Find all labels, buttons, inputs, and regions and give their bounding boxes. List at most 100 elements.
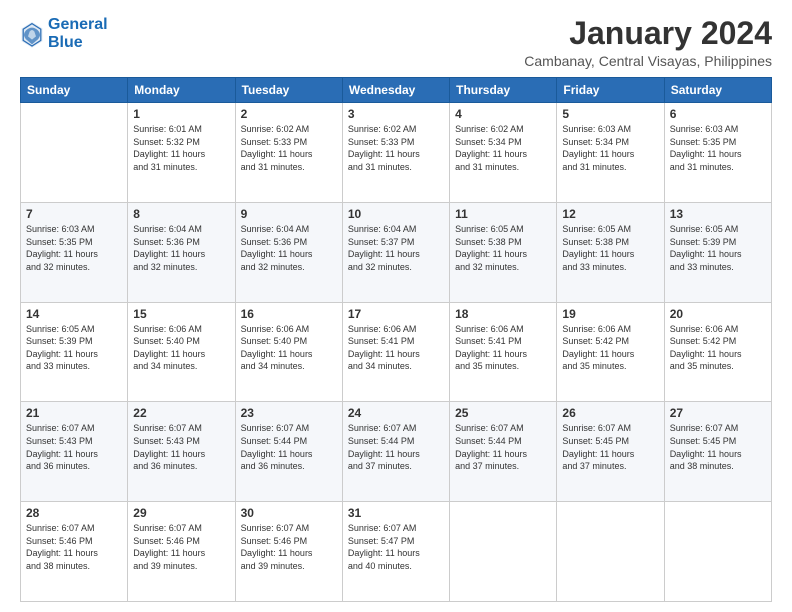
day-number: 22 xyxy=(133,406,229,420)
day-info: Sunrise: 6:05 AM Sunset: 5:39 PM Dayligh… xyxy=(670,223,766,273)
calendar-cell: 14 Sunrise: 6:05 AM Sunset: 5:39 PM Dayli… xyxy=(21,302,128,402)
day-info: Sunrise: 6:07 AM Sunset: 5:43 PM Dayligh… xyxy=(26,422,122,472)
calendar-cell: 5 Sunrise: 6:03 AM Sunset: 5:34 PM Daylig… xyxy=(557,103,664,203)
calendar-cell: 1 Sunrise: 6:01 AM Sunset: 5:32 PM Daylig… xyxy=(128,103,235,203)
day-number: 1 xyxy=(133,107,229,121)
day-number: 16 xyxy=(241,307,337,321)
day-number: 10 xyxy=(348,207,444,221)
calendar-cell: 9 Sunrise: 6:04 AM Sunset: 5:36 PM Daylig… xyxy=(235,202,342,302)
calendar-header-saturday: Saturday xyxy=(664,78,771,103)
day-number: 14 xyxy=(26,307,122,321)
calendar-cell: 31 Sunrise: 6:07 AM Sunset: 5:47 PM Dayli… xyxy=(342,502,449,602)
day-number: 2 xyxy=(241,107,337,121)
day-number: 19 xyxy=(562,307,658,321)
calendar-cell: 6 Sunrise: 6:03 AM Sunset: 5:35 PM Daylig… xyxy=(664,103,771,203)
calendar-cell: 20 Sunrise: 6:06 AM Sunset: 5:42 PM Dayli… xyxy=(664,302,771,402)
day-info: Sunrise: 6:07 AM Sunset: 5:43 PM Dayligh… xyxy=(133,422,229,472)
calendar-cell: 29 Sunrise: 6:07 AM Sunset: 5:46 PM Dayli… xyxy=(128,502,235,602)
calendar-cell: 3 Sunrise: 6:02 AM Sunset: 5:33 PM Daylig… xyxy=(342,103,449,203)
day-number: 30 xyxy=(241,506,337,520)
day-info: Sunrise: 6:02 AM Sunset: 5:33 PM Dayligh… xyxy=(241,123,337,173)
calendar-cell: 12Sunrise: 6:05 AM Sunset: 5:38 PM Dayli… xyxy=(557,202,664,302)
day-number: 15 xyxy=(133,307,229,321)
day-number: 23 xyxy=(241,406,337,420)
day-info: Sunrise: 6:07 AM Sunset: 5:46 PM Dayligh… xyxy=(133,522,229,572)
calendar-cell: 26 Sunrise: 6:07 AM Sunset: 5:45 PM Dayli… xyxy=(557,402,664,502)
calendar-header-row: SundayMondayTuesdayWednesdayThursdayFrid… xyxy=(21,78,772,103)
calendar-cell xyxy=(21,103,128,203)
day-info: Sunrise: 6:07 AM Sunset: 5:46 PM Dayligh… xyxy=(26,522,122,572)
day-number: 25 xyxy=(455,406,551,420)
month-title: January 2024 xyxy=(524,16,772,51)
day-number: 18 xyxy=(455,307,551,321)
calendar-week-3: 14 Sunrise: 6:05 AM Sunset: 5:39 PM Dayli… xyxy=(21,302,772,402)
day-info: Sunrise: 6:02 AM Sunset: 5:33 PM Dayligh… xyxy=(348,123,444,173)
day-number: 31 xyxy=(348,506,444,520)
day-info: Sunrise: 6:07 AM Sunset: 5:45 PM Dayligh… xyxy=(670,422,766,472)
day-number: 6 xyxy=(670,107,766,121)
calendar-week-2: 7 Sunrise: 6:03 AM Sunset: 5:35 PM Daylig… xyxy=(21,202,772,302)
calendar-cell: 21Sunrise: 6:07 AM Sunset: 5:43 PM Dayli… xyxy=(21,402,128,502)
calendar-cell: 18Sunrise: 6:06 AM Sunset: 5:41 PM Dayli… xyxy=(450,302,557,402)
day-info: Sunrise: 6:06 AM Sunset: 5:42 PM Dayligh… xyxy=(670,323,766,373)
logo-icon xyxy=(20,20,44,48)
day-number: 4 xyxy=(455,107,551,121)
calendar-cell: 15 Sunrise: 6:06 AM Sunset: 5:40 PM Dayli… xyxy=(128,302,235,402)
calendar-week-1: 1 Sunrise: 6:01 AM Sunset: 5:32 PM Daylig… xyxy=(21,103,772,203)
logo-text: General Blue xyxy=(48,16,108,51)
day-number: 26 xyxy=(562,406,658,420)
day-number: 5 xyxy=(562,107,658,121)
day-info: Sunrise: 6:01 AM Sunset: 5:32 PM Dayligh… xyxy=(133,123,229,173)
calendar-week-5: 28 Sunrise: 6:07 AM Sunset: 5:46 PM Dayli… xyxy=(21,502,772,602)
calendar-cell: 22 Sunrise: 6:07 AM Sunset: 5:43 PM Dayli… xyxy=(128,402,235,502)
calendar-header-wednesday: Wednesday xyxy=(342,78,449,103)
day-info: Sunrise: 6:05 AM Sunset: 5:39 PM Dayligh… xyxy=(26,323,122,373)
calendar-cell: 10 Sunrise: 6:04 AM Sunset: 5:37 PM Dayli… xyxy=(342,202,449,302)
day-info: Sunrise: 6:06 AM Sunset: 5:40 PM Dayligh… xyxy=(241,323,337,373)
day-number: 29 xyxy=(133,506,229,520)
day-info: Sunrise: 6:07 AM Sunset: 5:44 PM Dayligh… xyxy=(455,422,551,472)
day-info: Sunrise: 6:07 AM Sunset: 5:44 PM Dayligh… xyxy=(348,422,444,472)
day-info: Sunrise: 6:03 AM Sunset: 5:34 PM Dayligh… xyxy=(562,123,658,173)
day-info: Sunrise: 6:06 AM Sunset: 5:41 PM Dayligh… xyxy=(348,323,444,373)
calendar-header-tuesday: Tuesday xyxy=(235,78,342,103)
calendar-cell: 23 Sunrise: 6:07 AM Sunset: 5:44 PM Dayli… xyxy=(235,402,342,502)
day-info: Sunrise: 6:04 AM Sunset: 5:36 PM Dayligh… xyxy=(241,223,337,273)
day-info: Sunrise: 6:07 AM Sunset: 5:47 PM Dayligh… xyxy=(348,522,444,572)
day-info: Sunrise: 6:02 AM Sunset: 5:34 PM Dayligh… xyxy=(455,123,551,173)
calendar-week-4: 21Sunrise: 6:07 AM Sunset: 5:43 PM Dayli… xyxy=(21,402,772,502)
day-number: 8 xyxy=(133,207,229,221)
day-number: 11 xyxy=(455,207,551,221)
day-number: 13 xyxy=(670,207,766,221)
day-info: Sunrise: 6:05 AM Sunset: 5:38 PM Dayligh… xyxy=(455,223,551,273)
day-number: 9 xyxy=(241,207,337,221)
calendar-cell: 2 Sunrise: 6:02 AM Sunset: 5:33 PM Daylig… xyxy=(235,103,342,203)
day-number: 12 xyxy=(562,207,658,221)
calendar-cell: 4 Sunrise: 6:02 AM Sunset: 5:34 PM Daylig… xyxy=(450,103,557,203)
day-number: 3 xyxy=(348,107,444,121)
calendar-cell: 17Sunrise: 6:06 AM Sunset: 5:41 PM Dayli… xyxy=(342,302,449,402)
day-info: Sunrise: 6:07 AM Sunset: 5:46 PM Dayligh… xyxy=(241,522,337,572)
day-number: 20 xyxy=(670,307,766,321)
day-info: Sunrise: 6:06 AM Sunset: 5:40 PM Dayligh… xyxy=(133,323,229,373)
day-number: 7 xyxy=(26,207,122,221)
calendar-cell: 25 Sunrise: 6:07 AM Sunset: 5:44 PM Dayli… xyxy=(450,402,557,502)
calendar-table: SundayMondayTuesdayWednesdayThursdayFrid… xyxy=(20,77,772,602)
calendar-cell: 28 Sunrise: 6:07 AM Sunset: 5:46 PM Dayli… xyxy=(21,502,128,602)
header: General Blue January 2024 Cambanay, Cent… xyxy=(20,16,772,69)
calendar-cell: 7 Sunrise: 6:03 AM Sunset: 5:35 PM Daylig… xyxy=(21,202,128,302)
day-info: Sunrise: 6:07 AM Sunset: 5:45 PM Dayligh… xyxy=(562,422,658,472)
calendar-cell xyxy=(664,502,771,602)
calendar-cell: 30 Sunrise: 6:07 AM Sunset: 5:46 PM Dayli… xyxy=(235,502,342,602)
calendar-cell: 24Sunrise: 6:07 AM Sunset: 5:44 PM Dayli… xyxy=(342,402,449,502)
calendar-header-sunday: Sunday xyxy=(21,78,128,103)
calendar-cell xyxy=(450,502,557,602)
day-info: Sunrise: 6:06 AM Sunset: 5:42 PM Dayligh… xyxy=(562,323,658,373)
day-info: Sunrise: 6:03 AM Sunset: 5:35 PM Dayligh… xyxy=(26,223,122,273)
day-number: 28 xyxy=(26,506,122,520)
day-info: Sunrise: 6:03 AM Sunset: 5:35 PM Dayligh… xyxy=(670,123,766,173)
page: General Blue January 2024 Cambanay, Cent… xyxy=(0,0,792,612)
day-info: Sunrise: 6:04 AM Sunset: 5:37 PM Dayligh… xyxy=(348,223,444,273)
calendar-cell: 13 Sunrise: 6:05 AM Sunset: 5:39 PM Dayli… xyxy=(664,202,771,302)
day-info: Sunrise: 6:07 AM Sunset: 5:44 PM Dayligh… xyxy=(241,422,337,472)
